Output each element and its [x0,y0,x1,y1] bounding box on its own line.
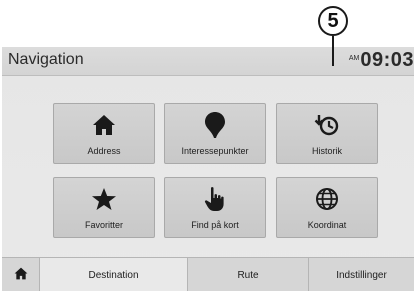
tab-rute[interactable]: Rute [188,258,308,291]
tile-find-paa-kort[interactable]: Find på kort [164,177,266,238]
map-pin-icon [165,112,265,138]
clock-ampm: AM [348,55,360,62]
star-icon [54,186,154,212]
clock-display: AM09:03 [349,49,414,72]
tile-label: Koordinat [307,220,347,230]
history-icon [277,112,377,138]
tile-label: Historik [311,146,342,156]
tab-home[interactable] [2,258,40,291]
tile-label: Interessepunkter [181,146,249,156]
bottom-tab-bar: Destination Rute Indstillinger [2,257,414,291]
tile-koordinat[interactable]: Koordinat [276,177,378,238]
navigation-screen: Navigation AM09:03 Address Interessepunk… [2,47,414,291]
tile-address[interactable]: Address [53,103,155,164]
home-icon [54,112,154,138]
header-bar: Navigation AM09:03 [2,47,414,76]
page: 5 Navigation AM09:03 Address Interessepu… [0,0,414,291]
callout-leader-line [332,36,334,66]
tab-destination[interactable]: Destination [40,258,188,291]
callout-badge: 5 [318,6,348,36]
tile-label: Favoritter [84,220,123,230]
tile-interessepunkter[interactable]: Interessepunkter [164,103,266,164]
tile-historik[interactable]: Historik [276,103,378,164]
tile-label: Address [87,146,121,156]
tab-label: Rute [237,269,259,281]
tile-favoritter[interactable]: Favoritter [53,177,155,238]
clock-time: 09:03 [360,49,414,71]
page-title: Navigation [8,51,84,68]
tab-label: Destination [88,269,139,281]
callout-number: 5 [327,9,339,32]
globe-icon [277,186,377,212]
tab-label: Indstillinger [336,269,387,281]
tab-indstillinger[interactable]: Indstillinger [308,258,414,291]
home-icon [14,267,28,283]
tile-label: Find på kort [191,220,239,230]
pointing-hand-icon [165,186,265,212]
